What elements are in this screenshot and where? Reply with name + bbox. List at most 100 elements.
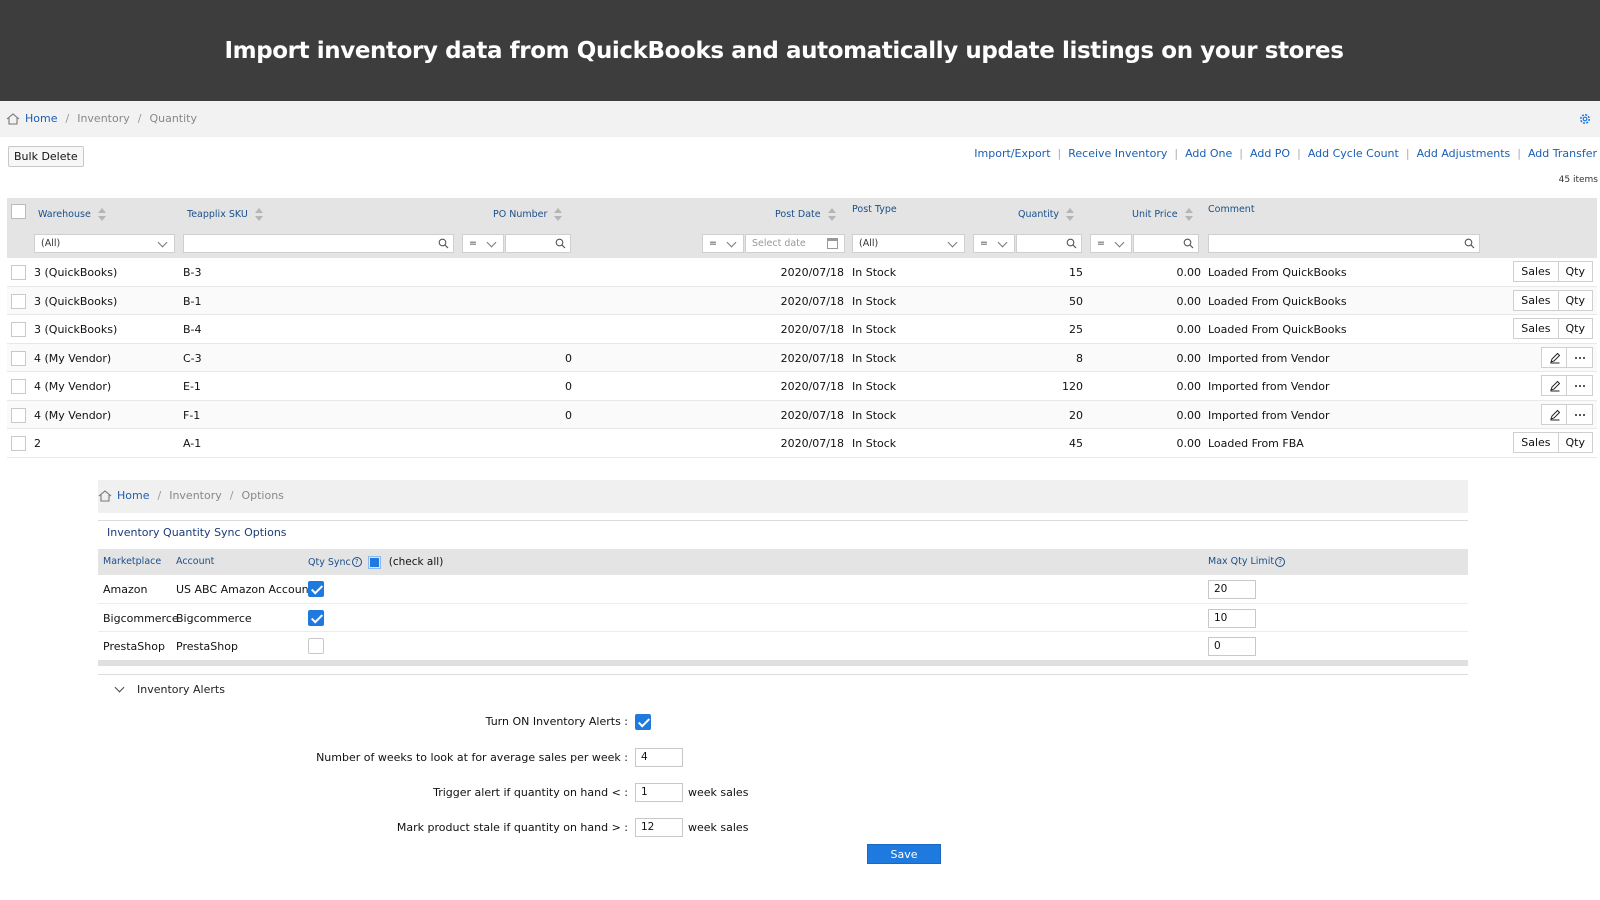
select-all-checkbox[interactable]: [11, 204, 26, 219]
table-row[interactable]: 3 (QuickBooks) B-4 2020/07/18 In Stock 2…: [7, 315, 1597, 344]
table-row[interactable]: 2 A-1 2020/07/18 In Stock 45 0.00 Loaded…: [7, 429, 1597, 458]
sales-button[interactable]: Sales: [1513, 432, 1559, 453]
row-checkbox[interactable]: [11, 350, 26, 366]
row-checkbox[interactable]: [11, 265, 26, 280]
table-row[interactable]: 3 (QuickBooks) B-1 2020/07/18 In Stock 5…: [7, 286, 1597, 315]
warehouse-filter[interactable]: (All): [34, 234, 175, 253]
save-button[interactable]: Save: [867, 844, 941, 864]
post-type-filter[interactable]: (All): [852, 234, 965, 253]
qty-button[interactable]: Qty: [1558, 318, 1593, 339]
receive-inventory-link[interactable]: Receive Inventory: [1067, 147, 1168, 160]
home-icon[interactable]: [98, 489, 112, 502]
sku-filter-input[interactable]: [183, 234, 454, 253]
add-adjustments-link[interactable]: Add Adjustments: [1416, 147, 1512, 160]
edit-button[interactable]: [1541, 346, 1567, 368]
stale-input[interactable]: 12: [635, 818, 683, 837]
sort-icon[interactable]: [254, 208, 263, 221]
column-quantity-label: Quantity: [1018, 209, 1060, 220]
table-row[interactable]: 3 (QuickBooks) B-3 2020/07/18 In Stock 1…: [7, 258, 1597, 287]
add-transfer-link[interactable]: Add Transfer: [1527, 147, 1598, 160]
qty-sync-checkbox[interactable]: [308, 581, 324, 597]
qty-button[interactable]: Qty: [1558, 432, 1593, 453]
search-icon[interactable]: [438, 238, 449, 249]
import-export-link[interactable]: Import/Export: [973, 147, 1051, 160]
search-icon[interactable]: [1464, 238, 1475, 249]
gear-icon[interactable]: [1578, 112, 1592, 126]
max-qty-input[interactable]: 20: [1208, 580, 1256, 599]
sort-icon[interactable]: [827, 208, 836, 221]
sales-button[interactable]: Sales: [1513, 261, 1559, 282]
qty-sync-checkbox[interactable]: [308, 609, 324, 626]
bulk-delete-button[interactable]: Bulk Delete: [8, 146, 84, 167]
qty-filter-input[interactable]: [1016, 234, 1082, 253]
search-icon[interactable]: [1183, 238, 1194, 249]
row-checkbox[interactable]: [11, 322, 26, 337]
qty-sync-checkbox[interactable]: [308, 638, 324, 654]
row-checkbox[interactable]: [11, 293, 26, 309]
row-checkbox[interactable]: [11, 379, 26, 394]
qty-operator-select[interactable]: =: [973, 234, 1015, 253]
cell-price: 0.00: [1176, 323, 1202, 336]
cell-comment: Loaded From QuickBooks: [1208, 266, 1347, 279]
max-qty-input[interactable]: 0: [1208, 637, 1256, 656]
add-po-link[interactable]: Add PO: [1249, 147, 1291, 160]
sort-icon[interactable]: [554, 208, 563, 221]
row-checkbox[interactable]: [11, 436, 26, 451]
column-unit-price[interactable]: Unit Price: [1132, 208, 1193, 221]
home-icon[interactable]: [6, 112, 20, 125]
column-quantity[interactable]: Quantity: [1018, 208, 1075, 221]
price-filter-input[interactable]: [1133, 234, 1199, 253]
chevron-down-icon: [486, 237, 497, 248]
sales-button[interactable]: Sales: [1513, 289, 1559, 311]
sort-icon[interactable]: [97, 208, 106, 221]
table-row[interactable]: 4 (My Vendor) C-3 0 2020/07/18 In Stock …: [7, 343, 1597, 372]
breadcrumb-inventory[interactable]: Inventory: [169, 489, 222, 502]
po-operator-select[interactable]: =: [462, 234, 504, 253]
trigger-suffix: week sales: [688, 786, 749, 799]
column-sku[interactable]: Teapplix SKU: [187, 208, 263, 221]
more-button[interactable]: [1567, 375, 1593, 396]
add-cycle-count-link[interactable]: Add Cycle Count: [1307, 147, 1400, 160]
date-operator-select[interactable]: =: [702, 234, 744, 253]
trigger-alert-input[interactable]: 1: [635, 783, 683, 802]
inventory-alerts-toggle[interactable]: Inventory Alerts: [114, 682, 225, 696]
calendar-icon[interactable]: [827, 238, 838, 249]
divider: |: [1239, 147, 1243, 160]
table-row[interactable]: 4 (My Vendor) F-1 0 2020/07/18 In Stock …: [7, 400, 1597, 429]
sort-icon[interactable]: [1066, 208, 1075, 221]
date-filter-input[interactable]: Select date: [745, 234, 845, 253]
action-links: Import/Export | Receive Inventory | Add On…: [973, 147, 1598, 160]
breadcrumb-home[interactable]: Home: [25, 112, 57, 125]
search-icon[interactable]: [555, 238, 566, 249]
column-po-number[interactable]: PO Number: [493, 208, 563, 221]
cell-qty: 25: [1069, 323, 1083, 336]
breadcrumb-inventory[interactable]: Inventory: [77, 112, 130, 125]
comment-filter-input[interactable]: [1208, 234, 1480, 253]
cell-qty: 8: [1076, 351, 1083, 365]
more-button[interactable]: [1567, 346, 1593, 368]
more-button[interactable]: [1567, 403, 1593, 425]
add-one-link[interactable]: Add One: [1184, 147, 1233, 160]
qty-button[interactable]: Qty: [1558, 261, 1593, 282]
table-row[interactable]: 4 (My Vendor) E-1 0 2020/07/18 In Stock …: [7, 372, 1597, 401]
turn-on-alerts-checkbox[interactable]: [635, 714, 651, 730]
column-post-date[interactable]: Post Date: [775, 208, 836, 221]
price-operator-select[interactable]: =: [1090, 234, 1132, 253]
check-all-label[interactable]: (check all): [389, 556, 444, 568]
qty-button[interactable]: Qty: [1558, 289, 1593, 311]
column-warehouse[interactable]: Warehouse: [38, 208, 106, 221]
help-icon[interactable]: ?: [351, 557, 362, 567]
weeks-input[interactable]: 4: [635, 748, 683, 767]
sort-icon[interactable]: [1184, 208, 1193, 221]
edit-button[interactable]: [1541, 403, 1567, 425]
sales-button[interactable]: Sales: [1513, 318, 1559, 339]
search-icon[interactable]: [1066, 238, 1077, 249]
cell-date: 2020/07/18: [780, 323, 844, 336]
max-qty-input[interactable]: 10: [1208, 608, 1256, 628]
edit-button[interactable]: [1541, 375, 1567, 396]
check-all-checkbox[interactable]: [367, 555, 381, 569]
po-filter-input[interactable]: [505, 234, 571, 253]
breadcrumb-home[interactable]: Home: [117, 489, 149, 502]
row-checkbox[interactable]: [11, 407, 26, 423]
help-icon[interactable]: ?: [1275, 556, 1286, 567]
